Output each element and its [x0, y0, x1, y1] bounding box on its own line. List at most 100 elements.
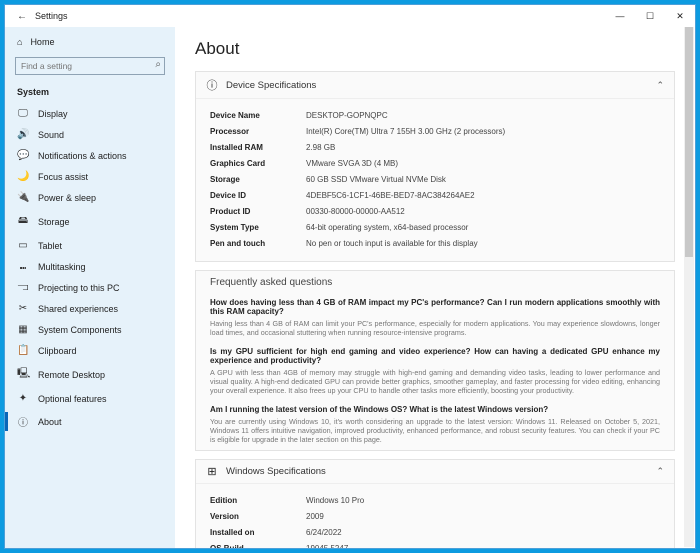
spec-row: Product ID00330-80000-00000-AA512 [210, 203, 660, 219]
nav-label: Optional features [38, 394, 107, 404]
nav-label: About [38, 417, 62, 427]
spec-key: Installed RAM [210, 143, 306, 152]
spec-key: Installed on [210, 528, 306, 537]
sidebar-item-shared-experiences[interactable]: ✂Shared experiences [5, 298, 175, 319]
faq-question: Am I running the latest version of the W… [210, 405, 660, 414]
spec-key: Graphics Card [210, 159, 306, 168]
spec-key: Device Name [210, 111, 306, 120]
nav-icon: 🖳 [17, 366, 29, 383]
spec-key: OS Build [210, 544, 306, 549]
spec-row: Device ID4DEBF5C6-1CF1-46BE-BED7-8AC3842… [210, 187, 660, 203]
sidebar: ⌂ Home ⌕ System 🖵Display🔊Sound💬Notificat… [5, 27, 175, 548]
faq-item: Am I running the latest version of the W… [196, 401, 674, 450]
spec-value: 19045.5247 [306, 544, 348, 549]
nav-icon: ▦ [17, 324, 29, 335]
nav-icon: 🌙 [17, 171, 29, 182]
device-spec-header[interactable]: ⓘ Device Specifications ⌃ [196, 72, 674, 99]
spec-row: Installed on6/24/2022 [210, 524, 660, 540]
sidebar-item-clipboard[interactable]: 📋Clipboard [5, 340, 175, 361]
sidebar-item-storage[interactable]: 🖴 Storage [5, 208, 175, 235]
sidebar-item-remote-desktop[interactable]: 🖳 Remote Desktop [5, 361, 175, 388]
faq-answer: A GPU with less than 4GB of memory may s… [210, 368, 660, 395]
spec-value: DESKTOP-GOPNQPC [306, 111, 388, 120]
close-button[interactable]: ✕ [665, 5, 695, 27]
nav-label: Sound [38, 130, 64, 140]
titlebar: ← Settings — ☐ ✕ [5, 5, 695, 27]
windows-icon: ⊞ [206, 465, 218, 478]
faq-question: Is my GPU sufficient for high end gaming… [210, 347, 660, 365]
nav-icon: ⑉ [17, 261, 29, 272]
main-content: About ⓘ Device Specifications ⌃ Device N… [175, 27, 695, 548]
page-title: About [195, 39, 675, 59]
sidebar-item-projecting-to-this-pc[interactable]: ⫎ Projecting to this PC [5, 277, 175, 298]
nav-label: System Components [38, 325, 122, 335]
scrollbar-track[interactable] [684, 27, 694, 547]
spec-row: ProcessorIntel(R) Core(TM) Ultra 7 155H … [210, 123, 660, 139]
sidebar-item-sound[interactable]: 🔊Sound [5, 124, 175, 145]
spec-row: OS Build19045.5247 [210, 540, 660, 548]
nav-icon: 🖴 [17, 213, 29, 230]
sidebar-section-title: System [5, 83, 175, 103]
spec-key: Edition [210, 496, 306, 505]
nav-icon: 🔌 [17, 192, 29, 203]
spec-key: Pen and touch [210, 239, 306, 248]
sidebar-item-system-components[interactable]: ▦ System Components [5, 319, 175, 340]
spec-value: No pen or touch input is available for t… [306, 239, 478, 248]
spec-key: System Type [210, 223, 306, 232]
spec-row: Graphics CardVMware SVGA 3D (4 MB) [210, 155, 660, 171]
spec-row: System Type64-bit operating system, x64-… [210, 219, 660, 235]
device-spec-section: ⓘ Device Specifications ⌃ Device NameDES… [195, 71, 675, 262]
spec-key: Device ID [210, 191, 306, 200]
faq-answer: Having less than 4 GB of RAM can limit y… [210, 319, 660, 337]
faq-item: Is my GPU sufficient for high end gaming… [196, 343, 674, 401]
spec-row: Version2009 [210, 508, 660, 524]
spec-value: 64-bit operating system, x64-based proce… [306, 223, 468, 232]
windows-spec-section: ⊞ Windows Specifications ⌃ EditionWindow… [195, 459, 675, 548]
spec-value: 00330-80000-00000-AA512 [306, 207, 405, 216]
settings-window: ← Settings — ☐ ✕ ⌂ Home ⌕ System 🖵Displa… [4, 4, 696, 549]
nav-label: Remote Desktop [38, 370, 105, 380]
spec-row: Pen and touchNo pen or touch input is av… [210, 235, 660, 251]
sidebar-item-display[interactable]: 🖵 Display [5, 103, 175, 124]
home-icon: ⌂ [17, 37, 22, 47]
chevron-up-icon: ⌃ [656, 466, 664, 477]
spec-value: VMware SVGA 3D (4 MB) [306, 159, 398, 168]
nav-icon: 💬 [17, 150, 29, 161]
nav-label: Storage [38, 217, 70, 227]
minimize-button[interactable]: — [605, 5, 635, 27]
maximize-button[interactable]: ☐ [635, 5, 665, 27]
spec-key: Processor [210, 127, 306, 136]
settings-search-input[interactable] [15, 57, 165, 75]
nav-icon: 🖵 [17, 108, 29, 119]
spec-row: Storage60 GB SSD VMware Virtual NVMe Dis… [210, 171, 660, 187]
windows-spec-header[interactable]: ⊞ Windows Specifications ⌃ [196, 460, 674, 484]
sidebar-item-tablet[interactable]: ▭Tablet [5, 235, 175, 256]
faq-question: How does having less than 4 GB of RAM im… [210, 298, 660, 316]
sidebar-item-multitasking[interactable]: ⑉Multitasking [5, 256, 175, 277]
nav-icon: ⫎ [17, 282, 29, 293]
faq-header: Frequently asked questions [196, 271, 674, 294]
sidebar-item-optional-features[interactable]: ✦Optional features [5, 388, 175, 409]
sidebar-item-power-sleep[interactable]: 🔌Power & sleep [5, 187, 175, 208]
spec-value: Windows 10 Pro [306, 496, 364, 505]
chevron-up-icon: ⌃ [656, 80, 664, 91]
spec-value: 6/24/2022 [306, 528, 342, 537]
spec-key: Version [210, 512, 306, 521]
faq-section: Frequently asked questions How does havi… [195, 270, 675, 451]
device-spec-header-label: Device Specifications [226, 80, 316, 91]
spec-value: 4DEBF5C6-1CF1-46BE-BED7-8AC384264AE2 [306, 191, 475, 200]
back-icon[interactable]: ← [17, 11, 27, 22]
spec-value: 2009 [306, 512, 324, 521]
spec-value: 2.98 GB [306, 143, 335, 152]
spec-key: Product ID [210, 207, 306, 216]
spec-row: EditionWindows 10 Pro [210, 492, 660, 508]
home-button[interactable]: ⌂ Home [5, 31, 175, 53]
sidebar-item-focus-assist[interactable]: 🌙Focus assist [5, 166, 175, 187]
sidebar-item-notifications-actions[interactable]: 💬Notifications & actions [5, 145, 175, 166]
nav-label: Display [38, 109, 68, 119]
window-title: Settings [35, 11, 68, 21]
spec-key: Storage [210, 175, 306, 184]
nav-label: Projecting to this PC [38, 283, 120, 293]
scrollbar-thumb[interactable] [685, 27, 693, 257]
sidebar-item-about[interactable]: ⓘAbout [5, 409, 175, 434]
